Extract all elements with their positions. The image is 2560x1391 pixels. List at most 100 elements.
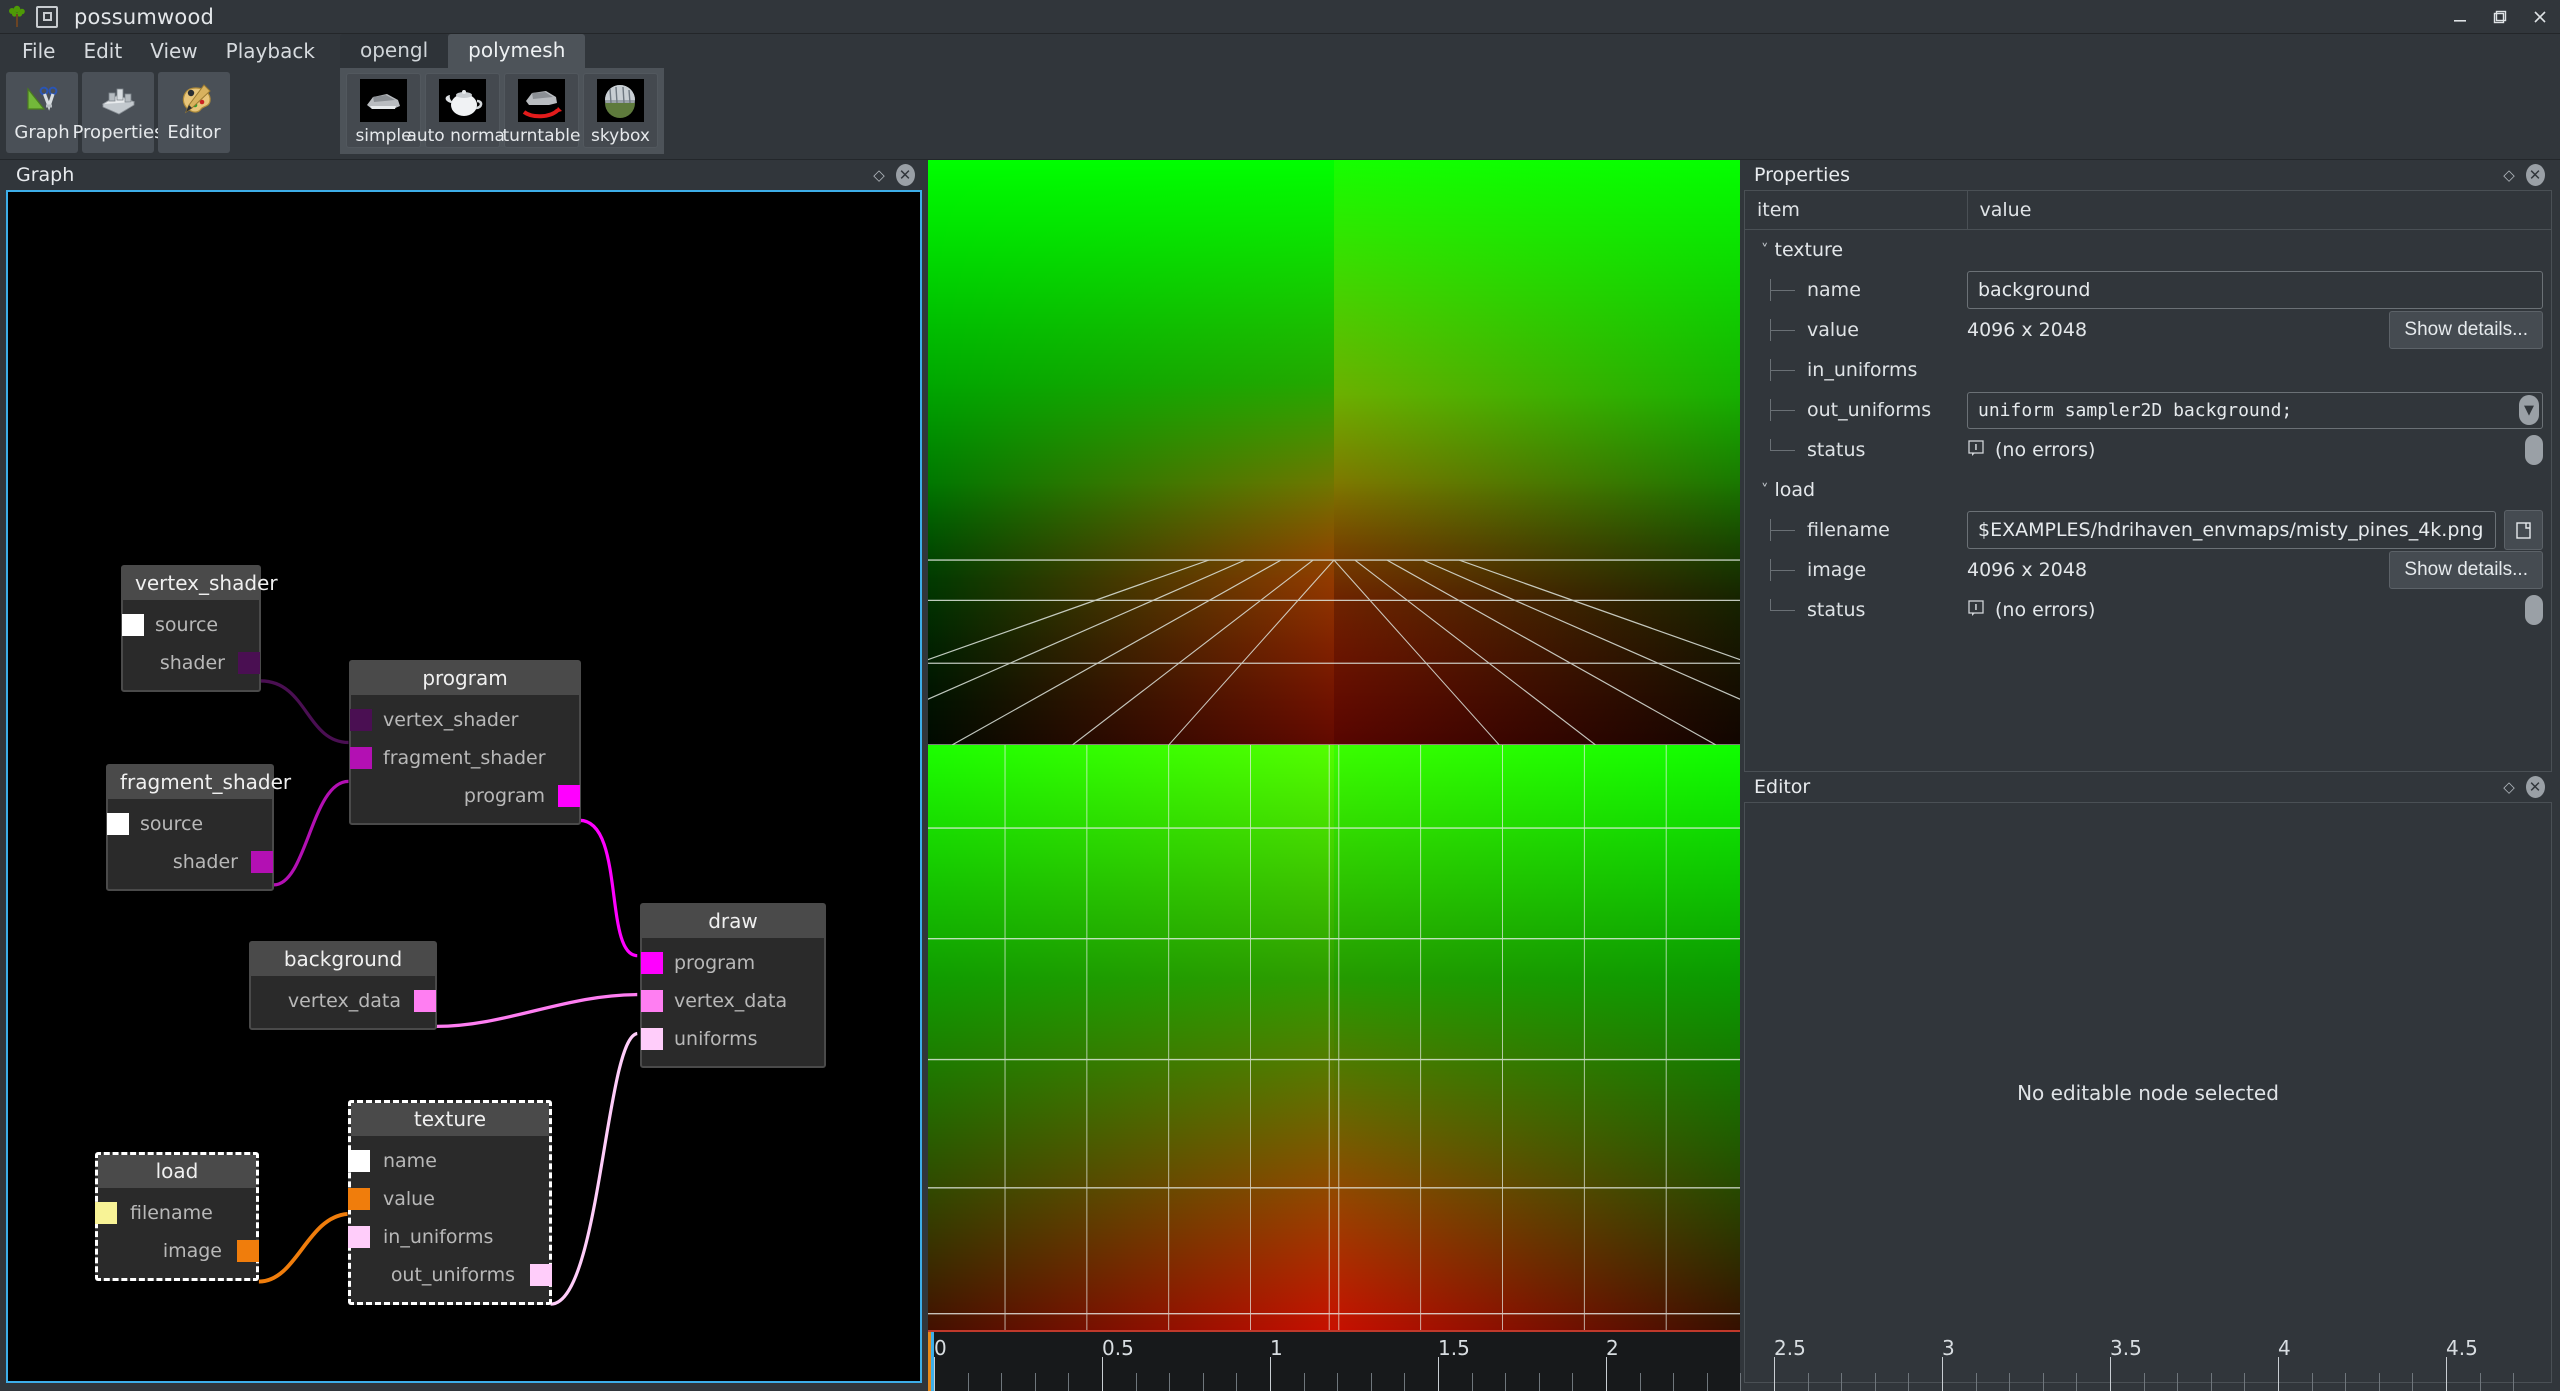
port-image[interactable] [237,1240,259,1262]
port-row[interactable]: shader [123,644,260,682]
column-header-item[interactable]: item [1745,191,1968,230]
port-program[interactable] [641,952,663,974]
port-fragment-shader[interactable] [350,747,372,769]
graph-node-load[interactable]: load filename image [95,1152,259,1281]
viewport-quad-bottom-right[interactable] [1334,745,1740,1330]
menu-view[interactable]: View [136,36,211,66]
port-row[interactable]: program [641,944,824,982]
load-filename-input[interactable] [1967,511,2497,549]
row-scroll-knob[interactable] [2525,595,2543,625]
port-row[interactable]: shader [108,843,273,881]
close-panel-button[interactable]: ✕ [2525,164,2545,186]
load-image-text: 4096 x 2048 [1967,559,2088,581]
float-panel-button[interactable]: ◇ [868,164,890,186]
column-header-value[interactable]: value [1967,191,2551,230]
timeline-ruler[interactable]: 0 0.5 1 1.5 2 2.5 3 3.5 4 4.5 [928,1330,2515,1391]
tab-polymesh[interactable]: polymesh [448,34,586,68]
port-row[interactable]: name [348,1142,549,1180]
row-scroll-knob[interactable] [2525,435,2543,465]
group-header-texture[interactable]: ˅ texture [1745,230,2551,270]
float-panel-button[interactable]: ◇ [2498,776,2520,798]
port-row[interactable]: vertex_data [251,982,436,1020]
skybox-button[interactable]: skybox [583,73,658,148]
ruler-tick-minor [1303,1373,1305,1391]
graph-tool-button[interactable]: Graph [6,72,78,153]
port-row[interactable]: filename [95,1194,256,1232]
properties-tool-button[interactable]: Properties [73,72,163,153]
texture-show-details-button[interactable]: Show details... [2389,311,2543,349]
texture-name-input[interactable] [1967,271,2543,309]
port-row[interactable]: vertex_shader [350,701,579,739]
menu-edit[interactable]: Edit [69,36,136,66]
graph-node-texture[interactable]: texture name value in_uniforms out_unifo… [348,1100,552,1305]
port-uniforms[interactable] [641,1028,663,1050]
viewport-grid [928,745,1334,1330]
graph-node-program[interactable]: program vertex_shader fragment_shader pr… [349,660,581,825]
chevron-down-icon[interactable]: ▼ [2519,395,2539,425]
graph-node-background[interactable]: background vertex_data [249,941,437,1030]
port-row[interactable]: fragment_shader [350,739,579,777]
tree-line [1770,599,1771,610]
port-source[interactable] [122,614,144,636]
graph-node-fragment-shader[interactable]: fragment_shader source shader [106,764,291,891]
editor-tool-button[interactable]: Editor [158,72,230,153]
viewport-quad-top-right[interactable] [1334,160,1740,745]
chevron-down-icon[interactable]: ˅ [1761,241,1769,259]
close-panel-button[interactable]: ✕ [2525,776,2545,798]
ruler-tick-minor [2345,1373,2347,1391]
turntable-button[interactable]: turntable [503,73,580,148]
port-row[interactable]: in_uniforms [348,1218,549,1256]
port-vertex-data[interactable] [641,990,663,1012]
tab-opengl[interactable]: opengl [340,34,449,68]
port-in-uniforms[interactable] [348,1226,370,1248]
texture-out-uniforms-combo[interactable] [1967,391,2543,429]
port-row[interactable]: vertex_data [641,982,824,1020]
port-shader[interactable] [238,652,260,674]
close-button[interactable] [2520,0,2560,34]
port-program[interactable] [558,785,580,807]
graph-node-draw[interactable]: draw program vertex_data uniforms [640,903,826,1068]
graph-node-vertex-shader[interactable]: vertex_shader source shader [121,565,278,692]
port-value[interactable] [348,1188,370,1210]
port-vertex-shader[interactable] [350,709,372,731]
load-show-details-button[interactable]: Show details... [2389,551,2543,589]
menu-playback[interactable]: Playback [212,36,329,66]
port-out-uniforms[interactable] [530,1264,552,1286]
node-title: load [98,1155,256,1188]
port-row[interactable]: source [122,606,259,644]
auto-normals-button[interactable]: auto normals [406,73,519,148]
property-label: out_uniforms [1807,399,1932,421]
port-shader[interactable] [251,851,273,873]
graph-panel: Graph ◇ ✕ vertex_shader source shader fr… [0,160,928,1391]
port-row[interactable]: image [98,1232,259,1270]
graph-canvas[interactable]: vertex_shader source shader fragment_sha… [6,190,922,1383]
group-header-load[interactable]: ˅ load [1745,470,2551,510]
port-vertex-data[interactable] [414,990,436,1012]
folder-icon[interactable] [2504,510,2543,550]
chevron-down-icon[interactable]: ˅ [1761,481,1769,499]
viewport-3d[interactable] [928,160,1740,1330]
graph-tool-label: Graph [14,122,70,143]
node-body: filename image [95,1188,259,1278]
ruler-tick-minor [1673,1373,1675,1391]
close-panel-button[interactable]: ✕ [895,164,915,186]
float-panel-button[interactable]: ◇ [2498,164,2520,186]
menu-file[interactable]: File [8,36,69,66]
port-row[interactable]: out_uniforms [351,1256,552,1294]
port-row[interactable]: value [348,1180,549,1218]
viewport-quad-top-left[interactable] [928,160,1334,745]
port-name[interactable] [348,1150,370,1172]
maximize-button[interactable] [2480,0,2520,34]
ruler-tick-minor [1807,1373,1809,1391]
viewport-quad-bottom-left[interactable] [928,745,1334,1330]
minimize-button[interactable] [2440,0,2480,34]
port-filename[interactable] [95,1202,117,1224]
port-row[interactable]: uniforms [641,1020,824,1058]
editor-body: No editable node selected [1745,803,2551,1382]
property-label: status [1807,439,1866,461]
ruler-tick-minor [967,1373,969,1391]
port-row[interactable]: program [351,777,580,815]
port-row[interactable]: source [107,805,272,843]
ruler-tick-major [1270,1357,1271,1391]
port-source[interactable] [107,813,129,835]
